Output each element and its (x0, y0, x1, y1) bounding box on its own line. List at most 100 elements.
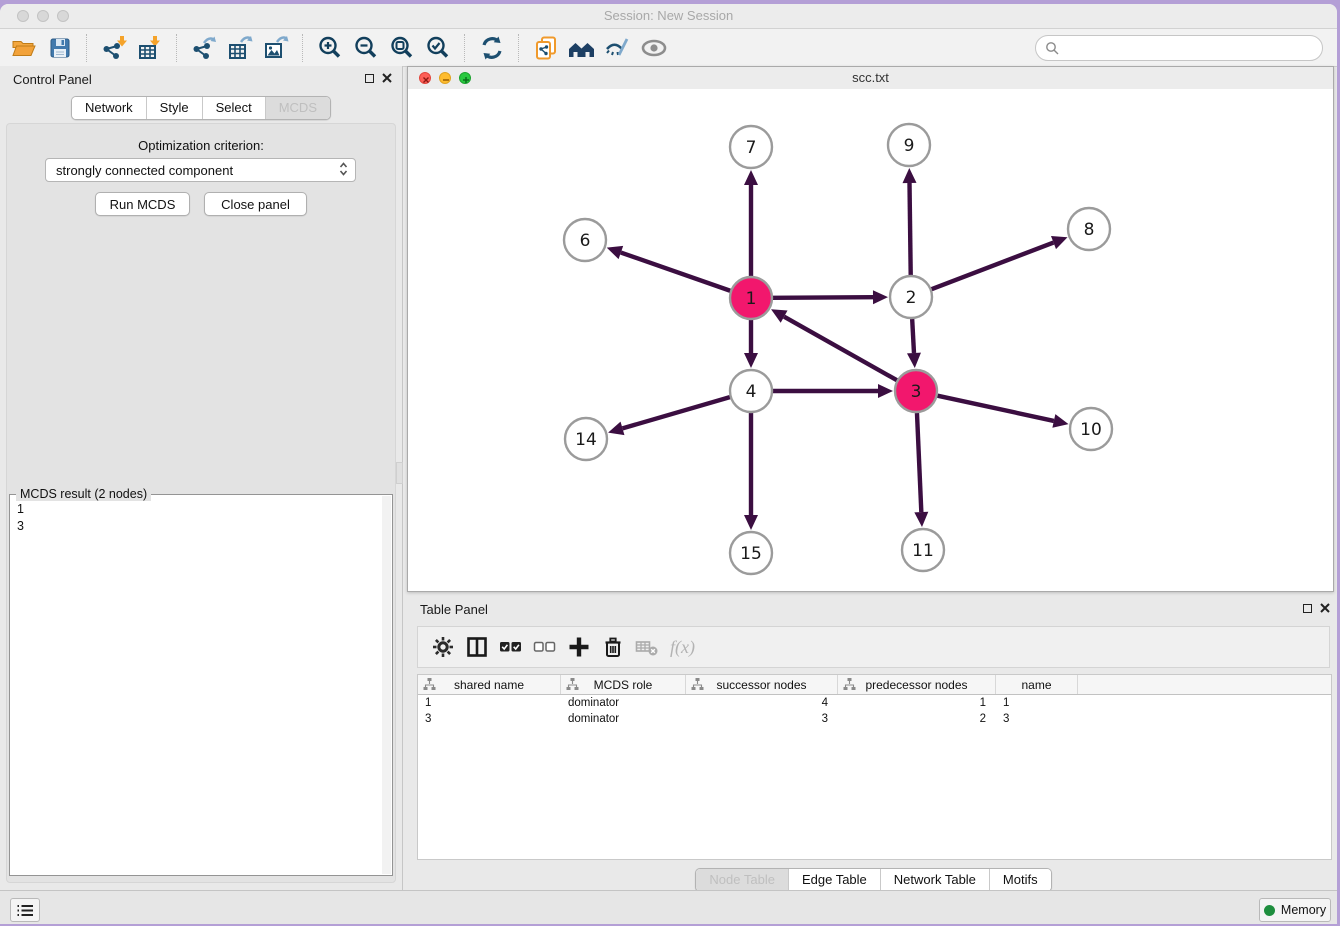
task-list-icon (17, 904, 33, 917)
show-columns-icon[interactable] (462, 632, 492, 662)
graph-node-label: 6 (580, 231, 591, 251)
tab-mcds[interactable]: MCDS (265, 97, 330, 119)
table-cell[interactable]: dominator (561, 713, 686, 725)
graph-edge-arrowhead (873, 290, 888, 304)
tab-network-table[interactable]: Network Table (880, 869, 989, 891)
control-panel: Control Panel Network Style Select MCDS … (0, 66, 403, 890)
table-header-row: shared name MCDS role successor nodes prede… (418, 675, 1331, 695)
search-box[interactable] (1035, 35, 1323, 61)
table-row[interactable]: 1dominator411 (418, 695, 1331, 711)
open-file-icon[interactable] (9, 33, 39, 63)
delete-column-icon (632, 632, 662, 662)
result-scrollbar[interactable] (382, 496, 391, 874)
delete-row-trash-icon[interactable] (598, 632, 628, 662)
table-panel-title: Table Panel (420, 602, 488, 617)
graph-edge-arrowhead (744, 353, 758, 368)
column-header-label: successor nodes (716, 678, 806, 692)
column-header-MCDS-role[interactable]: MCDS role (561, 675, 686, 694)
graph-edge[interactable] (622, 397, 729, 428)
cyndex-houses-icon[interactable] (567, 33, 597, 63)
tab-style[interactable]: Style (146, 97, 202, 119)
toolbar-separator (86, 34, 88, 62)
table-settings-gear-icon[interactable] (428, 632, 458, 662)
import-network-icon[interactable] (99, 33, 129, 63)
close-panel-button[interactable]: Close panel (204, 192, 307, 216)
close-panel-icon[interactable] (382, 73, 392, 83)
export-image-icon[interactable] (261, 33, 291, 63)
table-cell[interactable]: dominator (561, 697, 686, 709)
float-table-panel-icon[interactable] (1303, 604, 1312, 613)
network-window-titlebar[interactable]: scc.txt (408, 67, 1333, 90)
close-window-icon[interactable] (17, 10, 29, 22)
mcds-result-text[interactable]: 1 3 (17, 501, 24, 535)
float-panel-icon[interactable] (365, 74, 374, 83)
zoom-window-icon[interactable] (57, 10, 69, 22)
graph-node-label: 4 (746, 382, 757, 402)
show-graphics-details-icon[interactable] (639, 33, 669, 63)
graph-edge[interactable] (937, 396, 1053, 421)
column-type-icon (691, 678, 704, 690)
add-column-icon[interactable] (564, 632, 594, 662)
memory-button[interactable]: Memory (1259, 898, 1331, 922)
graph-edge-arrowhead (1052, 414, 1068, 428)
save-session-icon[interactable] (45, 33, 75, 63)
hide-graphics-details-icon[interactable] (603, 33, 633, 63)
column-type-icon (843, 678, 856, 690)
tab-edge-table[interactable]: Edge Table (788, 869, 880, 891)
toolbar-separator (176, 34, 178, 62)
graph-edge[interactable] (932, 243, 1054, 290)
run-mcds-button[interactable]: Run MCDS (95, 192, 190, 216)
minimize-window-icon[interactable] (37, 10, 49, 22)
search-input[interactable] (1065, 40, 1322, 56)
export-network-icon[interactable] (189, 33, 219, 63)
graph-edge[interactable] (621, 253, 730, 291)
tab-node-table[interactable]: Node Table (696, 869, 788, 891)
column-header-label: shared name (454, 678, 524, 692)
table-cell[interactable]: 1 (838, 697, 996, 709)
graph-node-label: 8 (1084, 220, 1095, 240)
zoom-out-icon[interactable] (351, 33, 381, 63)
tab-select[interactable]: Select (202, 97, 265, 119)
zoom-selected-icon[interactable] (423, 33, 453, 63)
optimization-criterion-select[interactable]: strongly connected component (45, 158, 356, 182)
main-toolbar (0, 29, 1337, 67)
column-header-predecessor-nodes[interactable]: predecessor nodes (838, 675, 996, 694)
graph-node-label: 11 (912, 541, 934, 561)
table-cell[interactable]: 3 (418, 713, 561, 725)
zoom-in-icon[interactable] (315, 33, 345, 63)
table-cell[interactable]: 2 (838, 713, 996, 725)
close-table-panel-icon[interactable] (1320, 603, 1330, 613)
graph-edge[interactable] (910, 183, 911, 275)
tab-motifs[interactable]: Motifs (989, 869, 1051, 891)
table-panel: Table Panel (407, 596, 1337, 890)
deselect-all-rows-icon[interactable] (530, 632, 560, 662)
import-table-icon[interactable] (135, 33, 165, 63)
zoom-fit-icon[interactable] (387, 33, 417, 63)
table-cell[interactable]: 3 (686, 713, 838, 725)
graph-edge[interactable] (917, 413, 921, 512)
table-row[interactable]: 3dominator323 (418, 711, 1331, 727)
tab-network[interactable]: Network (72, 97, 146, 119)
clone-network-icon[interactable] (531, 33, 561, 63)
close-network-icon[interactable] (419, 72, 431, 84)
task-history-button[interactable] (10, 898, 40, 922)
refresh-icon[interactable] (477, 33, 507, 63)
maximize-network-icon[interactable] (459, 72, 471, 84)
select-all-rows-icon[interactable] (496, 632, 526, 662)
minimize-network-icon[interactable] (439, 72, 451, 84)
table-cell[interactable]: 3 (996, 713, 1078, 725)
column-header-successor-nodes[interactable]: successor nodes (686, 675, 838, 694)
table-cell[interactable]: 4 (686, 697, 838, 709)
toolbar-separator (302, 34, 304, 62)
node-table[interactable]: shared name MCDS role successor nodes prede… (417, 674, 1332, 860)
export-table-icon[interactable] (225, 33, 255, 63)
column-header-shared-name[interactable]: shared name (418, 675, 561, 694)
column-header-name[interactable]: name (996, 675, 1078, 694)
table-cell[interactable]: 1 (996, 697, 1078, 709)
pane-divider-grip[interactable] (396, 462, 403, 484)
graph-edge[interactable] (784, 317, 897, 381)
graph-edge[interactable] (912, 319, 914, 353)
network-canvas[interactable]: 7968124314101511 (408, 89, 1333, 591)
graph-edge[interactable] (773, 297, 873, 298)
table-cell[interactable]: 1 (418, 697, 561, 709)
